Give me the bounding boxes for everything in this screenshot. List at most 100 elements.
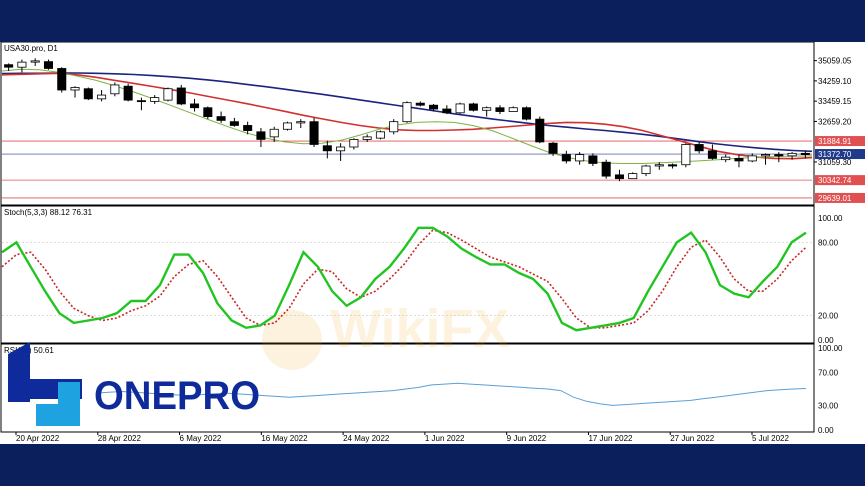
candle [588, 153, 598, 166]
candle-body [176, 87, 186, 105]
level-tag-label: 31884.91 [818, 137, 852, 146]
logo-square-1 [58, 382, 80, 404]
candle [256, 128, 266, 147]
candle [349, 138, 359, 150]
candle-body [415, 102, 425, 106]
candle [97, 90, 107, 102]
candle [110, 82, 120, 97]
candle-body [70, 87, 80, 91]
candle [136, 97, 146, 111]
candle-body [614, 174, 624, 180]
price-tick-label: 34259.10 [818, 77, 852, 86]
wikifx-watermark: WikiFX [262, 299, 510, 370]
price-tick-label: 33459.15 [818, 97, 852, 106]
candle-body [761, 154, 771, 157]
time-tick-label: 17 Jun 2022 [588, 434, 633, 443]
candle-body [17, 61, 27, 68]
candle-body [800, 152, 810, 156]
candle [57, 67, 67, 93]
candle [402, 101, 412, 123]
stoch-tick-label: 100.00 [818, 214, 843, 223]
candle-body [309, 121, 319, 145]
candle-body [721, 156, 731, 161]
candle-body [30, 60, 40, 63]
candle [761, 153, 771, 165]
time-tick-label: 9 Jun 2022 [507, 434, 547, 443]
rsi-axis: 100.00 70.00 30.00 0.00 [818, 344, 843, 435]
candle [163, 87, 173, 102]
candle-body [787, 152, 797, 157]
level-tag-label: 30342.74 [818, 176, 852, 185]
level-tag-label: 29639.01 [818, 194, 852, 203]
candle [601, 159, 611, 179]
time-axis: 20 Apr 2022 28 Apr 2022 6 May 2022 16 May 2… [15, 432, 789, 443]
candle-body [707, 150, 717, 159]
candle [681, 143, 691, 168]
candle-body [375, 131, 385, 139]
candle [614, 169, 624, 182]
candle [747, 153, 757, 163]
time-tick-label: 27 Jun 2022 [670, 434, 715, 443]
chart-title: USA30.pro, D1 [4, 44, 58, 53]
candle [123, 83, 133, 102]
candle [774, 152, 784, 163]
candle-body [150, 97, 160, 102]
candle [336, 143, 346, 161]
candle [17, 59, 27, 73]
candle-body [216, 116, 226, 121]
candle-body [402, 102, 412, 123]
candle-body [136, 100, 146, 103]
candle-body [548, 142, 558, 154]
time-tick-label: 24 May 2022 [343, 434, 390, 443]
candle [229, 117, 239, 127]
candle-body [429, 104, 439, 110]
candle-body [229, 121, 239, 126]
chart-frame: WikiFX 31884.91 30342.74 29639.01 31372.70 … [0, 42, 865, 444]
candle-body [734, 158, 744, 162]
rsi-tick-label: 0.00 [818, 426, 834, 435]
candle [535, 116, 545, 144]
candle [455, 102, 465, 115]
candle-body [747, 155, 757, 162]
stoch-tick-label: 20.00 [818, 312, 839, 321]
candle [442, 105, 452, 115]
candle [707, 144, 717, 160]
candle [190, 98, 200, 112]
candle-body [654, 164, 664, 167]
candle [282, 121, 293, 131]
candle-body [123, 85, 133, 101]
time-tick-label: 16 May 2022 [261, 434, 308, 443]
candle [375, 130, 385, 140]
candle-body [668, 164, 678, 167]
candle-body [163, 88, 173, 101]
candle-body [243, 125, 253, 131]
candle-body [628, 173, 638, 180]
candle-body [601, 161, 611, 177]
stoch-label: Stoch(5,3,3) 88.12 76.31 [4, 208, 93, 217]
candle-body [521, 107, 532, 120]
price-tick-label: 35059.05 [818, 57, 852, 66]
candle-body [203, 107, 213, 117]
candle [176, 84, 186, 106]
candle [216, 111, 226, 123]
candle-body [256, 131, 266, 140]
candle-body [190, 103, 200, 109]
candle-body [389, 121, 399, 133]
candle-body [495, 107, 505, 112]
candle [628, 172, 638, 180]
candle-body [110, 84, 120, 95]
watermark-text: WikiFX [330, 299, 510, 359]
time-tick-label: 5 Jul 2022 [752, 434, 789, 443]
candle [83, 87, 93, 101]
candle-body [57, 68, 67, 91]
candle [43, 59, 53, 70]
stoch-axis: 100.0080.0020.000.00 [818, 214, 843, 345]
candle [415, 101, 425, 107]
candle-body [681, 144, 691, 166]
price-tick-label: 32659.20 [818, 117, 852, 126]
candle [482, 106, 492, 117]
candle [641, 164, 651, 177]
candle [150, 95, 160, 104]
candlesticks [4, 58, 810, 182]
candle [468, 102, 478, 112]
